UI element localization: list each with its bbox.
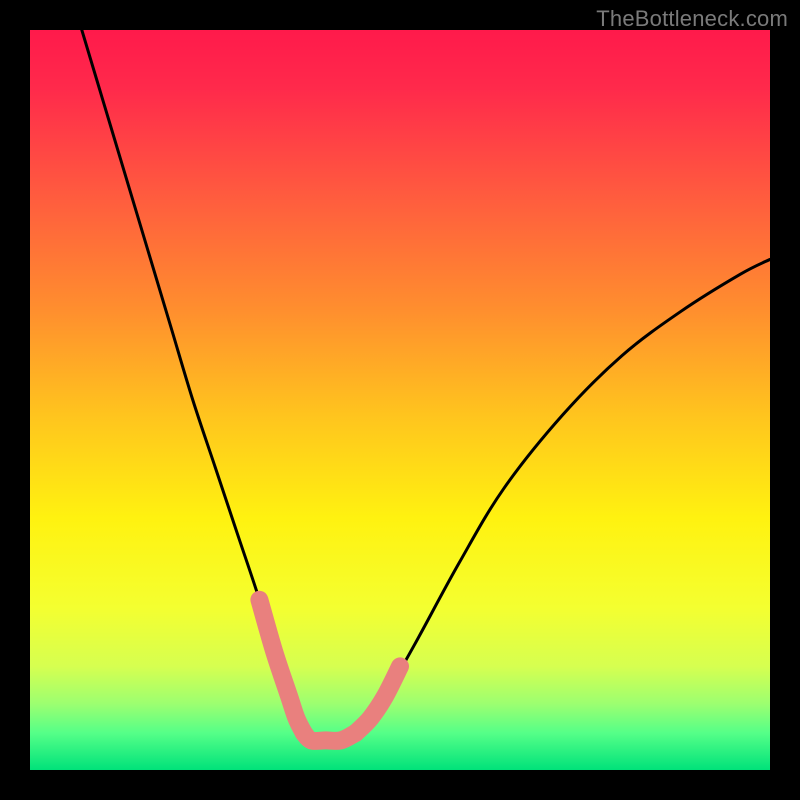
- left-pink-band: [259, 600, 303, 733]
- plot-area: [30, 30, 770, 770]
- curve-layer: [30, 30, 770, 770]
- highlight-bands: [259, 600, 400, 741]
- right-pink-band: [356, 666, 400, 733]
- trough-pink-band: [304, 733, 356, 741]
- chart-frame: TheBottleneck.com: [0, 0, 800, 800]
- watermark-text: TheBottleneck.com: [596, 6, 788, 32]
- bottleneck-curve: [82, 30, 770, 741]
